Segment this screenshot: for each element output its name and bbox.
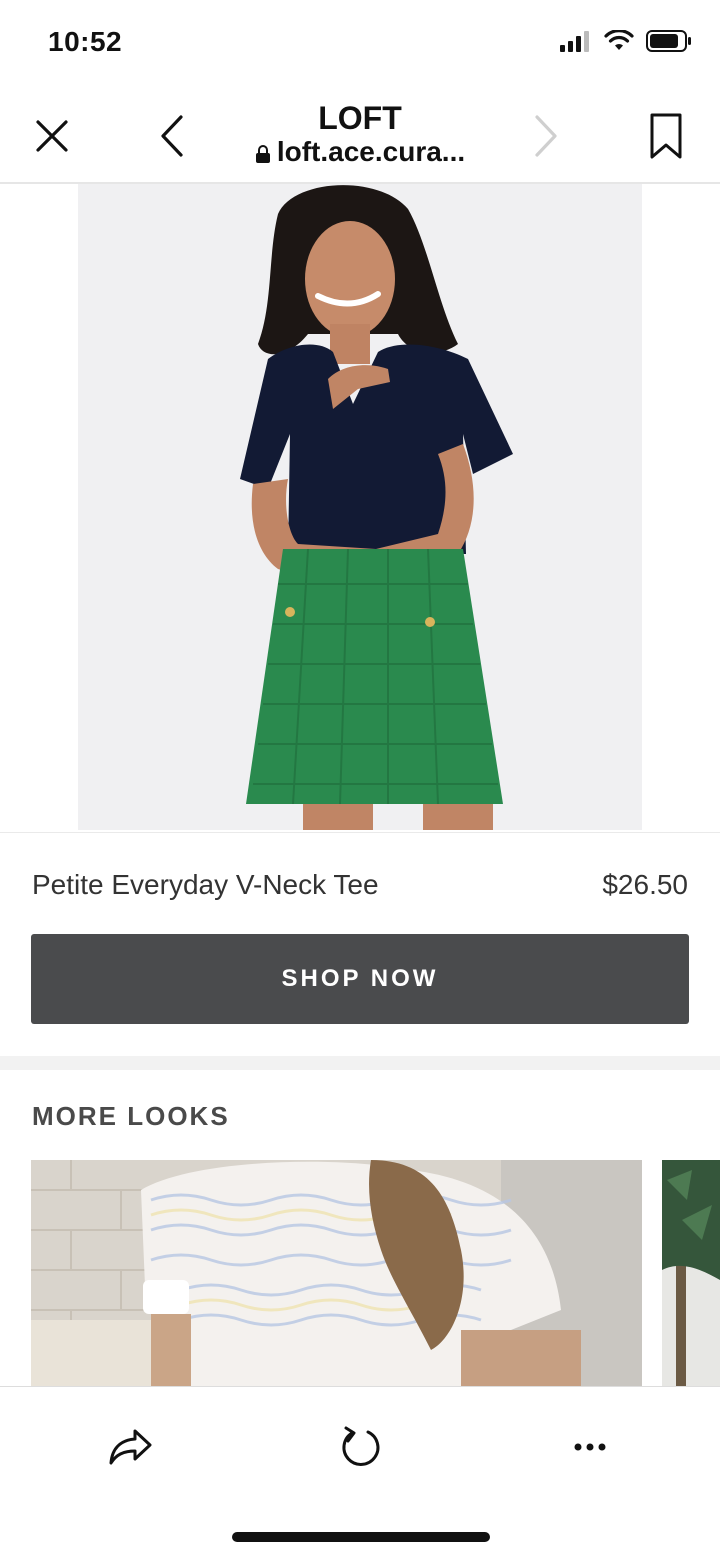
browser-nav-bar: LOFT loft.ace.cura... (0, 90, 720, 184)
product-info: Petite Everyday V-Neck Tee $26.50 SHOP N… (0, 832, 720, 1055)
status-icons (560, 30, 692, 52)
page-title-area: LOFT loft.ace.cura... (160, 100, 560, 168)
cellular-signal-icon (560, 31, 589, 52)
wifi-icon (604, 30, 634, 50)
look-image (31, 1160, 642, 1386)
shop-now-button[interactable]: SHOP NOW (31, 934, 689, 1024)
look-card[interactable] (31, 1160, 642, 1386)
bookmark-button[interactable] (636, 106, 696, 166)
product-price: $26.50 (602, 869, 688, 900)
status-bar: 10:52 (0, 0, 720, 90)
battery-icon (646, 30, 691, 52)
look-image (662, 1160, 720, 1386)
refresh-icon (342, 1426, 380, 1466)
close-icon (36, 120, 68, 152)
product-image[interactable] (78, 184, 642, 830)
more-looks-title: MORE LOOKS (32, 1101, 230, 1131)
look-card[interactable] (662, 1160, 720, 1386)
share-button[interactable] (98, 1415, 162, 1479)
more-button[interactable] (558, 1415, 622, 1479)
url-row: loft.ace.cura... (160, 136, 560, 168)
model-illustration (78, 184, 642, 830)
chevron-right-icon (535, 115, 557, 157)
more-icon (574, 1443, 606, 1451)
close-button[interactable] (22, 106, 82, 166)
refresh-button[interactable] (328, 1415, 392, 1479)
product-name: Petite Everyday V-Neck Tee (32, 869, 379, 900)
section-divider (0, 1056, 720, 1070)
lock-icon (255, 144, 270, 163)
bookmark-icon (650, 113, 682, 159)
share-icon (109, 1429, 152, 1465)
site-name: LOFT (318, 100, 402, 136)
home-indicator[interactable] (232, 1532, 490, 1542)
forward-button[interactable] (516, 106, 576, 166)
status-time: 10:52 (48, 26, 123, 57)
url-text: loft.ace.cura... (276, 136, 466, 167)
